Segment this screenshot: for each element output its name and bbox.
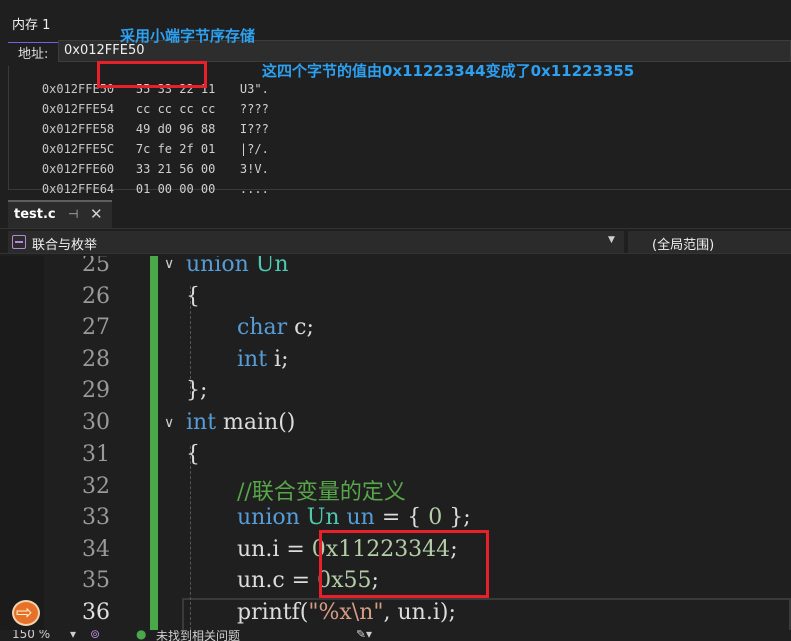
zoom-level[interactable]: 150 % xyxy=(12,630,50,641)
type-name: Un xyxy=(299,505,340,530)
pin-icon[interactable]: ⊣ xyxy=(68,207,78,221)
memory-row: 0x012FFE64 01 00 00 00.... xyxy=(13,168,269,196)
code-line-30: int main() xyxy=(186,410,295,435)
status-bar: 150 % ▾ ⊚ ● 未找到相关问题 ✎▾ xyxy=(0,630,791,641)
collapse-icon[interactable]: ∨ xyxy=(164,415,174,431)
code-text: un.c = xyxy=(237,568,318,593)
code-line-29: }; xyxy=(186,378,208,403)
code-text: }; xyxy=(442,505,471,530)
cleanup-icon[interactable]: ✎▾ xyxy=(356,630,372,641)
memory-window-title: 内存 1 xyxy=(12,18,51,33)
navigation-bar: 联合与枚举 ▼ (全局范围) xyxy=(0,228,791,254)
line-number: 25 xyxy=(82,256,110,277)
code-text: i; xyxy=(267,347,289,372)
memory-row: 0x012FFE54 cc cc cc cc???? xyxy=(13,88,269,116)
memory-window-titlebar: 内存 1 xyxy=(0,8,791,43)
current-statement-arrow-icon xyxy=(12,600,40,626)
check-icon: ● xyxy=(136,630,147,641)
change-indicator xyxy=(150,256,158,630)
tab-test-c[interactable]: test.c ⊣ ✕ xyxy=(8,200,112,228)
keyword: char xyxy=(237,315,288,340)
memory-text: .... xyxy=(239,182,269,196)
code-highlight-box xyxy=(319,530,489,598)
scope-dropdown[interactable]: 联合与枚举 ▼ xyxy=(8,231,624,253)
memory-highlight-box xyxy=(97,61,207,88)
keyword: union xyxy=(186,256,249,277)
code-line-26: { xyxy=(186,284,200,309)
memory-address: 0x012FFE64 xyxy=(41,182,115,196)
code-text: printf( xyxy=(237,600,309,625)
code-line-25: union Un xyxy=(186,256,289,277)
memory-hex[interactable]: 01 00 00 00 xyxy=(136,182,240,196)
tab-label: test.c xyxy=(14,207,56,222)
change-annotation: 这四个字节的值由0x11223344变成了0x11223355 xyxy=(262,62,635,80)
memory-row: 0x012FFE5C 7c fe 2f 01 |?/. xyxy=(13,128,269,156)
variable: un xyxy=(339,505,375,530)
code-text: , un.i); xyxy=(383,600,456,625)
code-line-28: int i; xyxy=(237,347,289,372)
close-icon[interactable]: ✕ xyxy=(90,205,103,223)
line-number: 33 xyxy=(82,505,110,530)
copilot-icon[interactable]: ⊚ xyxy=(90,630,100,641)
code-line-36: printf("%x\n", un.i); xyxy=(237,600,456,625)
line-number: 27 xyxy=(82,315,110,340)
code-line-31: { xyxy=(186,442,200,467)
code-editor[interactable]: 25 26 27 28 29 30 31 32 33 34 35 36 ∨ ∨ … xyxy=(0,256,791,630)
global-scope-dropdown[interactable]: (全局范围) xyxy=(628,231,791,253)
line-number: 32 xyxy=(82,474,110,499)
line-number: 31 xyxy=(82,442,110,467)
project-icon xyxy=(12,235,26,249)
address-label: 地址: xyxy=(18,47,49,62)
chevron-down-icon[interactable]: ▾ xyxy=(70,630,76,641)
type-name: Un xyxy=(255,256,289,277)
scope-label: 联合与枚举 xyxy=(32,238,98,253)
line-number: 28 xyxy=(82,347,110,372)
editor-tabbar: test.c ⊣ ✕ xyxy=(0,198,791,228)
code-line-32: //联合变量的定义 xyxy=(237,480,406,505)
chevron-down-icon: ▼ xyxy=(608,235,615,245)
code-text: = { xyxy=(374,505,429,530)
breakpoint-margin[interactable] xyxy=(0,256,44,630)
code-text: main() xyxy=(216,410,296,435)
number: 0 xyxy=(428,505,443,530)
keyword: int xyxy=(237,347,268,372)
line-number: 29 xyxy=(82,378,110,403)
code-line-33: union Un un = { 0 }; xyxy=(237,505,471,530)
code-text: un.i = xyxy=(237,537,312,562)
line-number: 34 xyxy=(82,537,110,562)
line-number: 36 xyxy=(82,600,110,625)
line-number: 26 xyxy=(82,284,110,309)
global-scope-label: (全局范围) xyxy=(652,238,715,253)
memory-row: 0x012FFE58 49 d0 96 88 I??? xyxy=(13,108,269,136)
keyword: int xyxy=(186,410,217,435)
issues-status[interactable]: 未找到相关问题 xyxy=(156,630,240,641)
code-text: c; xyxy=(287,315,314,340)
collapse-icon[interactable]: ∨ xyxy=(164,256,174,272)
indent-guide xyxy=(190,446,191,630)
keyword: union xyxy=(237,505,300,530)
code-line-27: char c; xyxy=(237,315,314,340)
memory-row: 0x012FFE60 33 21 56 00 3!V. xyxy=(13,148,269,176)
line-number: 30 xyxy=(82,410,110,435)
line-number: 35 xyxy=(82,568,110,593)
string: "%x\n" xyxy=(308,600,384,625)
little-endian-annotation: 采用小端字节序存储 xyxy=(120,27,256,45)
